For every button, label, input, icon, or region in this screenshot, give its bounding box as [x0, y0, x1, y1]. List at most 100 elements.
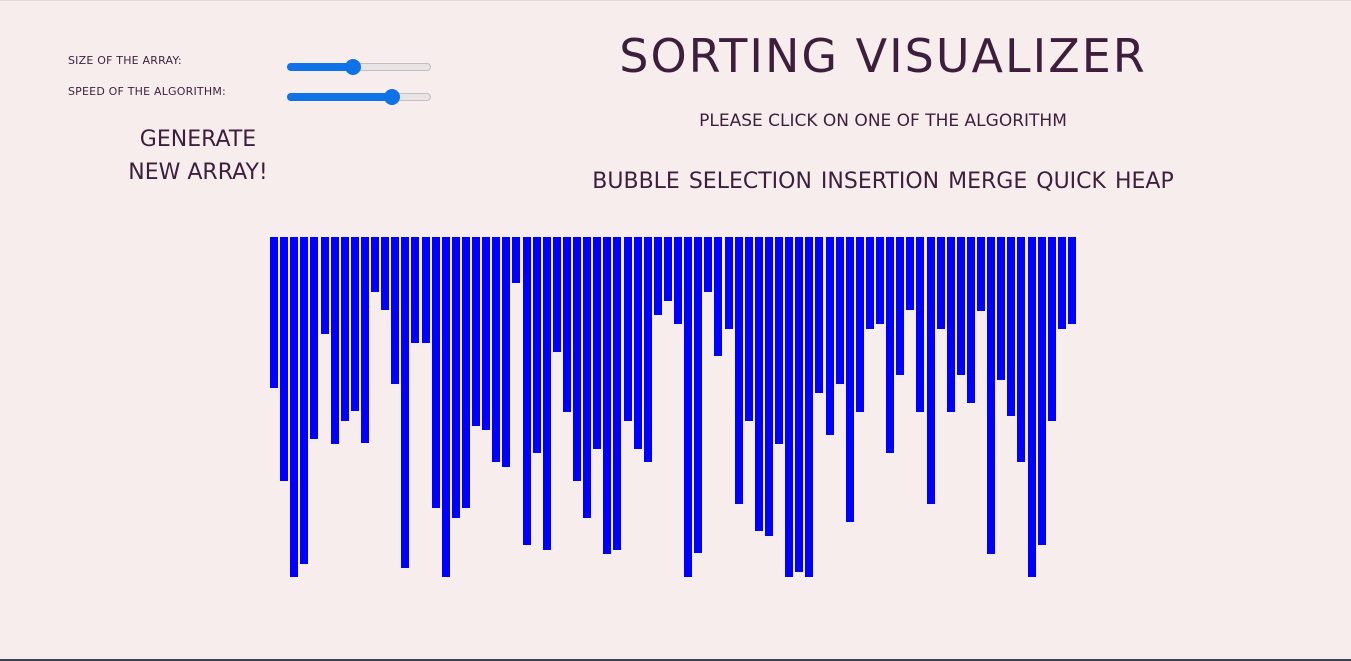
array-bar [775, 237, 783, 444]
array-bar [431, 237, 440, 508]
generate-button-line2: NEW ARRAY! [128, 160, 268, 185]
algo-bubble-button[interactable]: BUBBLE [592, 169, 680, 194]
speed-label: SPEED OF THE ALGORITHM: [68, 85, 226, 98]
array-bar [350, 237, 359, 411]
array-bar [1067, 237, 1076, 324]
array-bar [583, 237, 592, 518]
array-bar [1047, 237, 1056, 421]
array-bar [684, 237, 693, 577]
algorithm-speed-slider-fill [287, 93, 391, 101]
array-bar [926, 237, 935, 504]
array-bar [623, 237, 632, 421]
array-bar [401, 237, 410, 568]
array-bar [966, 237, 975, 403]
array-bar [441, 237, 450, 577]
array-size-slider-fill [287, 63, 353, 71]
array-bar [340, 237, 349, 421]
size-label: SIZE OF THE ARRAY: [68, 54, 182, 67]
array-bar [876, 237, 884, 324]
array-bar [270, 237, 278, 388]
array-bar [593, 237, 602, 449]
array-bar [573, 237, 581, 481]
array-bar [1017, 237, 1026, 462]
array-bar [461, 237, 470, 508]
sorting-visualizer-page: SIZE OF THE ARRAY: SPEED OF THE ALGORITH… [0, 0, 1351, 661]
array-bar [764, 237, 773, 536]
array-bar [754, 237, 763, 531]
array-bar [512, 237, 521, 283]
algorithm-speed-slider-thumb[interactable] [383, 89, 400, 105]
array-bar [744, 237, 753, 421]
array-bar [371, 237, 379, 292]
array-size-slider[interactable] [287, 59, 431, 75]
array-bar [633, 237, 642, 449]
array-bar [280, 237, 289, 481]
array-bar [502, 237, 511, 467]
algo-selection-button[interactable]: SELECTION [689, 169, 812, 194]
array-bar [1057, 237, 1066, 329]
array-bar [694, 237, 703, 553]
array-bar [653, 237, 662, 315]
array-bar [411, 237, 420, 343]
algo-heap-button[interactable]: HEAP [1115, 169, 1174, 194]
array-bar [472, 237, 480, 426]
array-bar [997, 237, 1006, 380]
array-bar [310, 237, 319, 439]
algorithm-speed-slider[interactable] [287, 89, 431, 105]
array-bar [714, 237, 723, 356]
array-bar [977, 237, 985, 311]
array-bar [421, 237, 430, 343]
generate-new-array-button[interactable]: GENERATE NEW ARRAY! [108, 123, 288, 189]
array-bar [855, 237, 864, 412]
array-bar [300, 237, 309, 564]
array-bar [542, 237, 551, 550]
array-bar [805, 237, 814, 577]
array-bar [320, 237, 329, 334]
array-bar [785, 237, 794, 577]
array-bar [360, 237, 369, 443]
array-bar [906, 237, 915, 310]
array-bar [552, 237, 561, 352]
array-bar [1027, 237, 1036, 577]
array-bar [381, 237, 390, 310]
generate-button-line1: GENERATE [139, 127, 257, 152]
array-bar [532, 237, 541, 453]
array-bar [865, 237, 874, 329]
array-bar [724, 237, 733, 329]
algo-insertion-button[interactable]: INSERTION [821, 169, 939, 194]
array-bar [825, 237, 834, 435]
array-bar [603, 237, 612, 554]
array-bar [391, 237, 400, 384]
array-bar [734, 237, 743, 504]
array-bar [330, 237, 339, 444]
array-bar [815, 237, 824, 393]
array-bar [562, 237, 571, 412]
array-bar [492, 237, 501, 462]
array-bar [1037, 237, 1046, 545]
array-bar [987, 237, 996, 554]
algo-merge-button[interactable]: MERGE [948, 169, 1027, 194]
array-bar [835, 237, 844, 384]
algo-quick-button[interactable]: QUICK [1036, 169, 1106, 194]
array-bar [1007, 237, 1016, 416]
array-bar [613, 237, 622, 550]
array-bar [704, 237, 713, 292]
array-size-slider-thumb[interactable] [345, 59, 362, 75]
array-bar [522, 237, 531, 545]
instruction-text: PLEASE CLICK ON ONE OF THE ALGORITHM [699, 111, 1067, 131]
array-bars-container [270, 237, 1076, 582]
array-bar [946, 237, 955, 412]
array-bar [482, 237, 491, 430]
array-bar [886, 237, 895, 453]
algorithm-menu: BUBBLE SELECTION INSERTION MERGE QUICK H… [540, 169, 1226, 194]
array-bar [896, 237, 905, 375]
array-bar [916, 237, 925, 412]
array-bar [845, 237, 854, 522]
array-bar [795, 237, 804, 572]
array-bar [956, 237, 965, 375]
array-bar [674, 237, 682, 324]
array-bar [643, 237, 652, 462]
page-title: SORTING VISUALIZER [619, 29, 1147, 83]
array-bar [936, 237, 945, 329]
array-bar [663, 237, 672, 301]
